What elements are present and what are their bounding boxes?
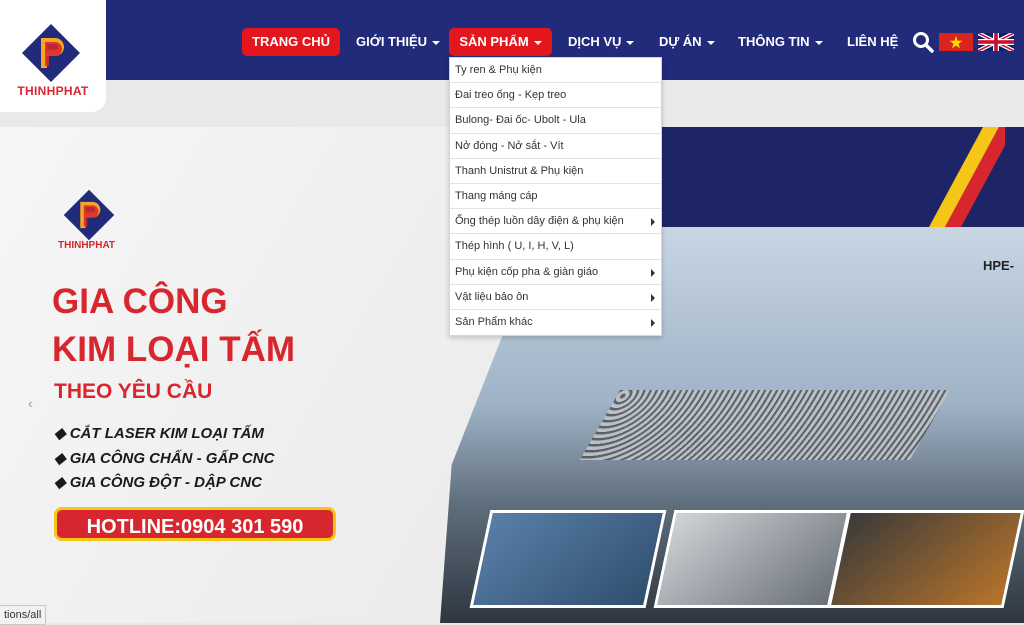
- menu-item[interactable]: Thép hình ( U, I, H, V, L): [450, 234, 661, 260]
- menu-item[interactable]: Thang máng cáp: [450, 184, 661, 210]
- menu-item[interactable]: Ống thép luồn dây điện & phụ kiện: [450, 209, 661, 235]
- menu-item[interactable]: Nở đóng - Nở sắt - Vít: [450, 134, 661, 159]
- search-icon[interactable]: [912, 31, 934, 53]
- thumbnail-parts: [653, 510, 851, 608]
- nav-item-projects[interactable]: DỰ ÁN: [659, 28, 715, 56]
- menu-item[interactable]: Thanh Unistrut & Phụ kiện: [450, 159, 661, 184]
- uk-flag-icon[interactable]: [978, 33, 1014, 51]
- browser-status-bar: tions/all: [0, 605, 47, 625]
- nav-item-services[interactable]: DỊCH VỤ: [568, 28, 635, 56]
- chevron-down-icon: [626, 40, 635, 45]
- menu-item[interactable]: Vật liệu bảo ôn: [450, 285, 661, 310]
- nav-item-about[interactable]: GIỚI THIỆU: [356, 28, 441, 56]
- chevron-down-icon: [533, 40, 542, 45]
- perforated-sheet-image: [579, 390, 951, 460]
- hero-stripe: [929, 127, 1005, 227]
- chevron-down-icon: [432, 40, 441, 45]
- chevron-right-icon: [651, 218, 655, 227]
- menu-item[interactable]: Phụ kiện cốp pha & giàn giáo: [450, 260, 661, 285]
- menu-item[interactable]: Sản Phẩm khác: [450, 310, 661, 335]
- hero-heading-3: THEO YÊU CẦU: [54, 380, 213, 403]
- nav-item-products[interactable]: SẢN PHẨM: [449, 28, 552, 56]
- machine-label: HPE-: [983, 258, 1015, 273]
- hero-logo-icon: [63, 189, 115, 241]
- nav-item-home[interactable]: TRANG CHỦ: [242, 28, 340, 56]
- thumbnail-laser: [827, 510, 1024, 608]
- hero-heading-2: KIM LOẠI TẤM: [52, 330, 296, 369]
- logo-text: THINHPHAT: [17, 84, 89, 98]
- menu-item[interactable]: Đai treo ống - Kẹp treo: [450, 83, 661, 109]
- slider-prev-icon[interactable]: ‹: [28, 395, 33, 411]
- hero-heading-1: GIA CÔNG: [52, 282, 228, 321]
- chevron-right-icon: [651, 268, 655, 277]
- menu-item[interactable]: Bulong- Đai ốc- Ubolt - Ula: [450, 108, 661, 134]
- chevron-right-icon: [651, 318, 655, 327]
- chevron-down-icon: [706, 40, 715, 45]
- hotline-button[interactable]: HOTLINE:0904 301 590: [54, 507, 336, 541]
- hero-bullet: ◆ GIA CÔNG ĐỘT - DẬP CNC: [54, 474, 262, 491]
- products-dropdown: Ty ren & Phụ kiện Đai treo ống - Kẹp tre…: [449, 57, 662, 337]
- nav-item-contact[interactable]: LIÊN HỆ: [847, 28, 898, 56]
- vietnamese-flag-icon[interactable]: [939, 33, 973, 51]
- hero-logo-text: THINHPHAT: [58, 240, 116, 251]
- chevron-right-icon: [651, 293, 655, 302]
- hero-bullet: ◆ CẮT LASER KIM LOẠI TẤM: [54, 425, 264, 442]
- chevron-down-icon: [814, 40, 823, 45]
- site-logo[interactable]: THINHPHAT: [0, 0, 106, 112]
- menu-item[interactable]: Ty ren & Phụ kiện: [450, 58, 661, 84]
- hero-bullet: ◆ GIA CÔNG CHẤN - GẤP CNC: [54, 450, 275, 467]
- logo-mark-icon: [22, 24, 80, 82]
- thumbnail-bending: [469, 510, 667, 608]
- nav-item-news[interactable]: THÔNG TIN: [738, 28, 823, 56]
